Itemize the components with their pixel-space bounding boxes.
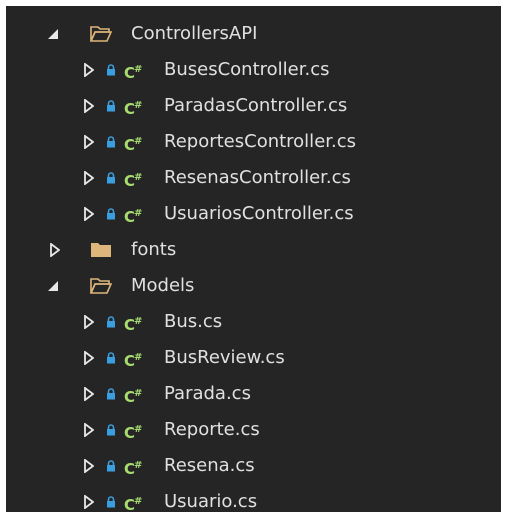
- lock-icon: [106, 88, 118, 124]
- lock-icon: [106, 160, 118, 196]
- collapsed-arrow-icon[interactable]: [82, 52, 96, 88]
- tree-item-label: ResenasController.cs: [164, 167, 351, 188]
- collapsed-arrow-icon[interactable]: [82, 448, 96, 484]
- collapsed-arrow-icon[interactable]: [82, 196, 96, 232]
- csharp-file-icon: C#: [124, 208, 143, 226]
- open-folder-icon: [90, 268, 112, 304]
- tree-item-csfile[interactable]: C# Reporte.cs: [6, 412, 501, 448]
- lock-icon: [106, 484, 118, 512]
- closed-folder-icon: [90, 232, 112, 268]
- collapsed-arrow-icon[interactable]: [82, 412, 96, 448]
- csharp-file-icon: C#: [124, 496, 143, 512]
- tree-item-label: fonts: [131, 239, 177, 260]
- tree-item-label: ControllersAPI: [131, 23, 258, 44]
- tree-item-label: Reporte.cs: [164, 419, 260, 440]
- tree-item-label: Models: [131, 275, 195, 296]
- csharp-file-icon: C#: [124, 172, 143, 190]
- tree-item-controllersapi-folder[interactable]: ControllersAPI: [6, 16, 501, 52]
- tree-item-label: BusReview.cs: [164, 347, 285, 368]
- collapsed-arrow-icon[interactable]: [48, 232, 62, 268]
- lock-icon: [106, 52, 118, 88]
- csharp-file-icon: C#: [124, 100, 143, 118]
- tree-item-label: Resena.cs: [164, 455, 255, 476]
- tree-item-fonts-folder[interactable]: fonts: [6, 232, 501, 268]
- lock-icon: [106, 340, 118, 376]
- lock-icon: [106, 412, 118, 448]
- lock-icon: [106, 124, 118, 160]
- lock-icon: [106, 448, 118, 484]
- tree-item-label: Bus.cs: [164, 311, 223, 332]
- tree-item-csfile[interactable]: C# Parada.cs: [6, 376, 501, 412]
- tree-item-label: ParadasController.cs: [164, 95, 348, 116]
- tree-item-label: BusesController.cs: [164, 59, 330, 80]
- lock-icon: [106, 304, 118, 340]
- csharp-file-icon: C#: [124, 64, 143, 82]
- collapsed-arrow-icon[interactable]: [82, 376, 96, 412]
- tree-item-csfile[interactable]: C# Resena.cs: [6, 448, 501, 484]
- solution-explorer-tree: ControllersAPI C# BusesController.cs C# …: [6, 6, 501, 512]
- tree-item-label: Usuario.cs: [164, 491, 258, 512]
- expanded-arrow-icon[interactable]: [46, 268, 60, 304]
- lock-icon: [106, 196, 118, 232]
- collapsed-arrow-icon[interactable]: [82, 160, 96, 196]
- csharp-file-icon: C#: [124, 316, 143, 334]
- tree-item-csfile[interactable]: C# BusReview.cs: [6, 340, 501, 376]
- tree-item-csfile[interactable]: C# Bus.cs: [6, 304, 501, 340]
- open-folder-icon: [90, 16, 112, 52]
- collapsed-arrow-icon[interactable]: [82, 340, 96, 376]
- tree-item-csfile[interactable]: C# ReportesController.cs: [6, 124, 501, 160]
- tree-item-csfile[interactable]: C# Usuario.cs: [6, 484, 501, 512]
- csharp-file-icon: C#: [124, 352, 143, 370]
- tree-item-csfile[interactable]: C# UsuariosController.cs: [6, 196, 501, 232]
- csharp-file-icon: C#: [124, 388, 143, 406]
- lock-icon: [106, 376, 118, 412]
- expanded-arrow-icon[interactable]: [46, 16, 60, 52]
- collapsed-arrow-icon[interactable]: [82, 88, 96, 124]
- tree-item-label: ReportesController.cs: [164, 131, 357, 152]
- collapsed-arrow-icon[interactable]: [82, 124, 96, 160]
- collapsed-arrow-icon[interactable]: [82, 304, 96, 340]
- collapsed-arrow-icon[interactable]: [82, 484, 96, 512]
- tree-item-label: UsuariosController.cs: [164, 203, 354, 224]
- tree-item-csfile[interactable]: C# ResenasController.cs: [6, 160, 501, 196]
- csharp-file-icon: C#: [124, 136, 143, 154]
- tree-item-csfile[interactable]: C# ParadasController.cs: [6, 88, 501, 124]
- csharp-file-icon: C#: [124, 460, 143, 478]
- tree-item-models-folder[interactable]: Models: [6, 268, 501, 304]
- csharp-file-icon: C#: [124, 424, 143, 442]
- tree-item-label: Parada.cs: [164, 383, 251, 404]
- tree-item-csfile[interactable]: C# BusesController.cs: [6, 52, 501, 88]
